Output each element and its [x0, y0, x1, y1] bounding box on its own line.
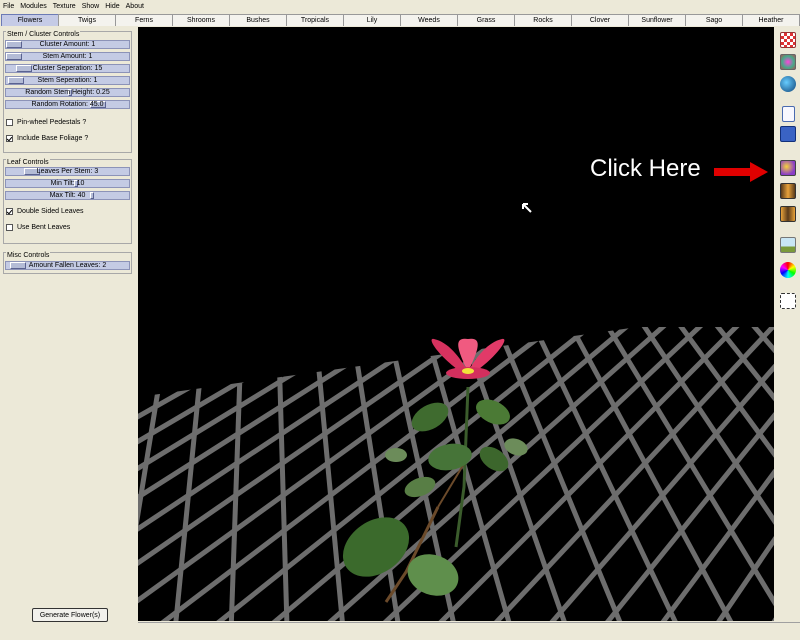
control-panel: Stem / Cluster Controls Cluster Amount: … [0, 26, 136, 640]
tab-tropicals[interactable]: Tropicals [286, 14, 344, 26]
selection-rect-icon[interactable] [780, 293, 796, 309]
menu-hide[interactable]: Hide [102, 0, 122, 13]
slider-label: Max Tilt: 40 [49, 192, 86, 199]
menu-file[interactable]: File [0, 0, 17, 13]
tab-rocks[interactable]: Rocks [514, 14, 572, 26]
tab-shrooms[interactable]: Shrooms [172, 14, 230, 26]
checkbox-label: Double Sided Leaves [17, 208, 84, 215]
slider-label: Amount Fallen Leaves: 2 [28, 262, 107, 269]
status-bar [138, 622, 800, 640]
scene-canvas [138, 27, 774, 621]
menu-bar: File Modules Texture Show Hide About [0, 0, 800, 13]
water-drop-icon[interactable] [780, 76, 796, 92]
amount-fallen-leaves-slider[interactable]: Amount Fallen Leaves: 2 [5, 261, 130, 270]
checkbox-box[interactable] [6, 135, 13, 142]
menu-texture[interactable]: Texture [50, 0, 79, 13]
random-stem-height-slider[interactable]: Random Stem Height: 0.25 [5, 88, 130, 97]
checker-texture-icon[interactable] [780, 32, 796, 48]
checkbox-label: Use Bent Leaves [17, 224, 71, 231]
tab-grass[interactable]: Grass [457, 14, 515, 26]
export-right-icon[interactable] [780, 206, 796, 222]
checkbox-box[interactable] [6, 224, 13, 231]
generate-flowers-button[interactable]: Generate Flower(s) [32, 608, 108, 622]
tab-bushes[interactable]: Bushes [229, 14, 287, 26]
use-bent-leaves-checkbox[interactable]: Use Bent Leaves [6, 224, 70, 231]
group-title: Leaf Controls [6, 159, 50, 167]
checkbox-label: Include Base Foliage ? [17, 135, 89, 142]
stem-separation-slider[interactable]: Stem Seperation: 1 [5, 76, 130, 85]
group-title: Misc Controls [6, 252, 51, 260]
checkbox-box[interactable] [6, 208, 13, 215]
callout-arrow-icon [714, 162, 768, 182]
tab-sago[interactable]: Sago [685, 14, 743, 26]
slider-label: Cluster Seperation: 15 [32, 65, 103, 72]
tab-lily[interactable]: Lily [343, 14, 401, 26]
terrain-icon[interactable] [780, 237, 796, 253]
color-wheel-icon[interactable] [780, 262, 796, 278]
slider-label: Random Stem Height: 0.25 [25, 89, 110, 96]
tab-weeds[interactable]: Weeds [400, 14, 458, 26]
cluster-separation-slider[interactable]: Cluster Seperation: 15 [5, 64, 130, 73]
tab-twigs[interactable]: Twigs [58, 14, 116, 26]
leaves-per-stem-slider[interactable]: Leaves Per Stem: 3 [5, 167, 130, 176]
module-tabs: Flowers Twigs Ferns Shrooms Bushes Tropi… [1, 14, 800, 26]
menu-modules[interactable]: Modules [17, 0, 49, 13]
right-toolbar [776, 27, 800, 621]
new-document-icon[interactable] [782, 106, 795, 122]
random-rotation-slider[interactable]: Random Rotation: 45.0 [5, 100, 130, 109]
tab-flowers[interactable]: Flowers [1, 14, 59, 26]
flower-model-icon[interactable] [780, 160, 796, 176]
slider-label: Random Rotation: 45.0 [31, 101, 104, 108]
group-title: Stem / Cluster Controls [6, 31, 81, 39]
menu-show[interactable]: Show [79, 0, 103, 13]
max-tilt-slider[interactable]: Max Tilt: 40 [5, 191, 130, 200]
export-left-icon[interactable] [780, 183, 796, 199]
stem-amount-slider[interactable]: Stem Amount: 1 [5, 52, 130, 61]
cluster-amount-slider[interactable]: Cluster Amount: 1 [5, 40, 130, 49]
tab-sunflower[interactable]: Sunflower [628, 14, 686, 26]
tab-heather[interactable]: Heather [742, 14, 800, 26]
slider-label: Leaves Per Stem: 3 [36, 168, 99, 175]
ground-grid [138, 27, 774, 621]
slider-label: Stem Seperation: 1 [37, 77, 98, 84]
slider-label: Cluster Amount: 1 [39, 41, 96, 48]
3d-viewport[interactable] [138, 27, 774, 621]
misc-controls-group: Misc Controls Amount Fallen Leaves: 2 [3, 252, 132, 274]
leaf-controls-group: Leaf Controls Leaves Per Stem: 3 Min Til… [3, 159, 132, 244]
slider-label: Min Tilt: 10 [50, 180, 85, 187]
menu-about[interactable]: About [123, 0, 147, 13]
double-sided-leaves-checkbox[interactable]: Double Sided Leaves [6, 208, 84, 215]
bark-texture-icon[interactable] [780, 54, 796, 70]
min-tilt-slider[interactable]: Min Tilt: 10 [5, 179, 130, 188]
checkbox-box[interactable] [6, 119, 13, 126]
save-disk-icon[interactable] [780, 126, 796, 142]
pinwheel-pedestals-checkbox[interactable]: Pin-wheel Pedestals ? [6, 119, 86, 126]
tab-clover[interactable]: Clover [571, 14, 629, 26]
click-here-callout: Click Here [590, 155, 701, 182]
slider-label: Stem Amount: 1 [42, 53, 93, 60]
stem-cluster-group: Stem / Cluster Controls Cluster Amount: … [3, 31, 132, 153]
checkbox-label: Pin-wheel Pedestals ? [17, 119, 87, 126]
include-base-foliage-checkbox[interactable]: Include Base Foliage ? [6, 135, 88, 142]
tab-ferns[interactable]: Ferns [115, 14, 173, 26]
